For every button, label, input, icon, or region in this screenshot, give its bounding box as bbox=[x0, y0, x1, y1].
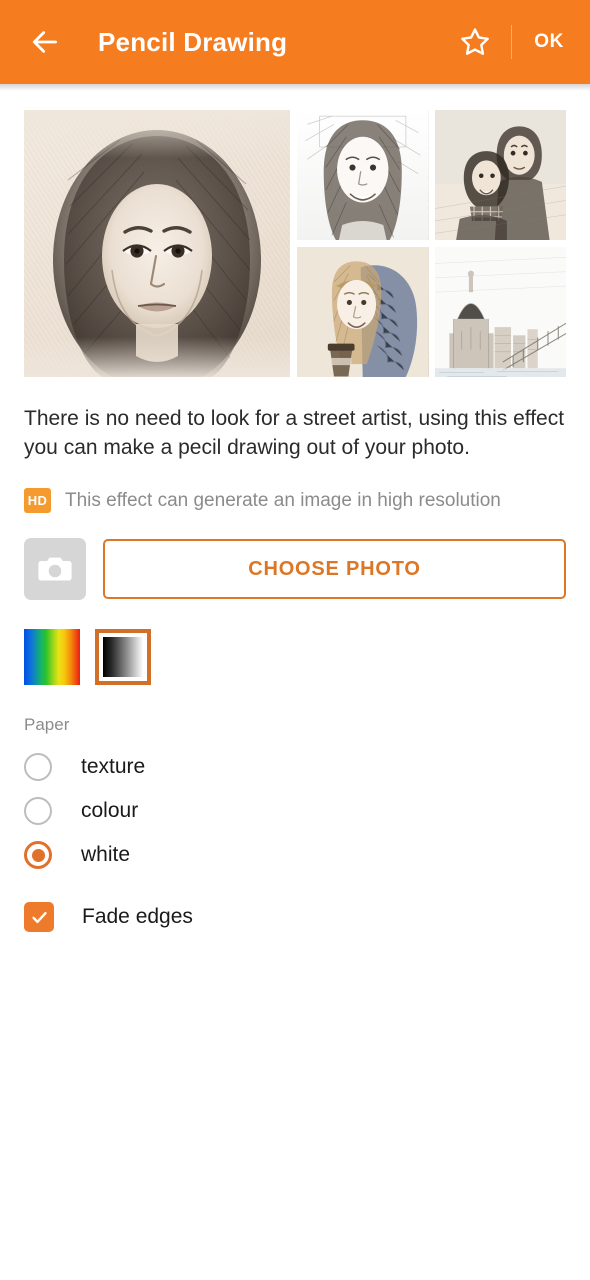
paper-options-list: texture colour white bbox=[0, 745, 590, 877]
gallery-item-blonde-woman-scarf[interactable] bbox=[297, 247, 429, 377]
choose-photo-button[interactable]: CHOOSE PHOTO bbox=[103, 539, 566, 600]
smiling-woman-small-sketch bbox=[297, 110, 429, 240]
gallery-item-couple-embracing[interactable] bbox=[434, 110, 566, 240]
radio-colour[interactable] bbox=[24, 797, 52, 826]
blonde-woman-scarf-sketch bbox=[297, 247, 429, 377]
star-outline-icon bbox=[461, 28, 490, 55]
arrow-left-icon bbox=[32, 31, 58, 53]
colour-gradient-fill bbox=[24, 629, 80, 686]
paper-section-label: Paper bbox=[24, 715, 70, 735]
hd-badge: HD bbox=[24, 488, 51, 514]
paper-option-white[interactable]: white bbox=[0, 833, 590, 877]
grayscale-gradient-fill bbox=[103, 637, 143, 678]
palette-swatches bbox=[24, 629, 566, 686]
page-title: Pencil Drawing bbox=[98, 26, 288, 57]
gallery-item-woman-portrait-large[interactable] bbox=[24, 110, 290, 377]
paper-option-colour[interactable]: colour bbox=[0, 789, 590, 833]
gallery-row-top bbox=[297, 110, 566, 240]
ok-button[interactable]: OK bbox=[526, 21, 572, 63]
colour-gradient-swatch[interactable] bbox=[24, 629, 80, 686]
favorite-button[interactable] bbox=[451, 18, 499, 66]
paper-option-label: texture bbox=[81, 755, 146, 779]
gallery-item-smiling-woman-small[interactable] bbox=[297, 110, 429, 240]
fade-edges-row[interactable]: Fade edges bbox=[0, 894, 590, 940]
choose-photo-row: CHOOSE PHOTO bbox=[24, 538, 566, 601]
gallery-item-city-skyline-bridge[interactable] bbox=[434, 247, 566, 377]
woman-portrait-large-sketch bbox=[24, 110, 290, 377]
paper-option-texture[interactable]: texture bbox=[0, 745, 590, 789]
hd-notice: HD This effect can generate an image in … bbox=[24, 488, 566, 514]
gallery-right-column bbox=[297, 110, 566, 377]
example-gallery bbox=[24, 110, 566, 377]
radio-texture[interactable] bbox=[24, 753, 52, 782]
camera-icon bbox=[38, 557, 72, 581]
back-button[interactable] bbox=[20, 17, 70, 67]
radio-white[interactable] bbox=[24, 841, 52, 870]
appbar-divider bbox=[511, 25, 513, 59]
couple-embracing-sketch bbox=[434, 110, 566, 240]
effect-description: There is no need to look for a street ar… bbox=[24, 407, 565, 459]
take-photo-button[interactable] bbox=[24, 538, 86, 601]
paper-option-label: colour bbox=[81, 799, 139, 823]
checkmark-icon bbox=[31, 911, 47, 923]
city-skyline-bridge-sketch bbox=[434, 247, 566, 377]
grayscale-gradient-swatch[interactable] bbox=[95, 629, 151, 686]
fade-edges-checkbox[interactable] bbox=[24, 902, 54, 933]
app-bar: Pencil Drawing OK bbox=[0, 0, 590, 91]
hd-notice-text: This effect can generate an image in hig… bbox=[65, 489, 501, 511]
gallery-row-bottom bbox=[297, 247, 566, 377]
paper-option-label: white bbox=[81, 843, 131, 867]
fade-edges-label: Fade edges bbox=[82, 905, 193, 929]
